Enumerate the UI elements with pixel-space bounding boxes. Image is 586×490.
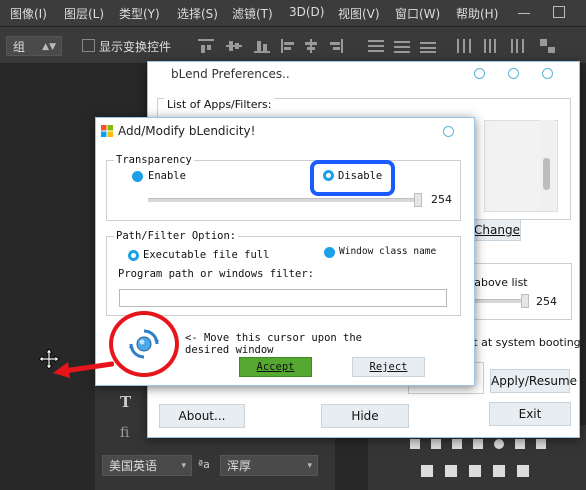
menu-3d[interactable]: 3D(D)	[289, 5, 324, 19]
glyph-icon[interactable]	[494, 439, 504, 449]
distribute-top-icon[interactable]	[368, 39, 384, 53]
close-icon[interactable]	[542, 68, 553, 79]
hide-button[interactable]: Hide	[321, 404, 409, 428]
window-class-radio[interactable]	[324, 247, 335, 258]
dropdown-arrow-icon: ▲▼	[42, 42, 56, 52]
exec-full-radio[interactable]	[128, 250, 139, 261]
type-tool-icon[interactable]: T	[120, 393, 131, 411]
menu-layer[interactable]: 图层(L)	[64, 5, 104, 22]
apps-list-scrollbar[interactable]	[540, 120, 554, 210]
apply-resume-button[interactable]: Apply/Resume	[490, 369, 577, 393]
menu-help[interactable]: 帮助(H)	[456, 5, 498, 22]
align-vcenter-icon[interactable]	[226, 39, 242, 53]
maximize-icon[interactable]	[508, 68, 519, 79]
apps-list-label: List of Apps/Filters:	[164, 98, 275, 111]
align-hcenter-icon[interactable]	[303, 39, 319, 53]
menu-select[interactable]: 选择(S)	[177, 5, 218, 22]
distribute-left-icon[interactable]	[456, 39, 472, 53]
glyph-row-2	[421, 464, 531, 478]
preferences-title: bLend Preferences..	[171, 67, 290, 81]
program-path-label: Program path or windows filter:	[118, 268, 314, 280]
auto-align-icon[interactable]	[540, 39, 556, 53]
distribute-bottom-icon[interactable]	[420, 39, 436, 53]
auto-select-value: 组	[13, 40, 26, 54]
dialog-title: Add/Modify bLendicity!	[118, 124, 256, 138]
transparency-value: 254	[431, 193, 452, 206]
reject-button[interactable]: Reject	[352, 357, 425, 377]
add-modify-dialog: Add/Modify bLendicity! Transparency Enab…	[95, 117, 475, 386]
align-top-icon[interactable]	[198, 39, 214, 53]
minimize-icon[interactable]	[518, 13, 530, 14]
ligature-icon[interactable]: fi	[120, 425, 129, 441]
pref-slider-track[interactable]	[466, 299, 526, 303]
startup-label: art at system booting.	[462, 336, 585, 349]
maximize-icon[interactable]	[553, 6, 565, 18]
minimize-icon[interactable]	[474, 68, 485, 79]
distribute-right-icon[interactable]	[508, 39, 524, 53]
antialias-value: 浑厚	[227, 459, 252, 473]
language-dropdown[interactable]: 美国英语 ▾	[102, 455, 192, 476]
transparency-label: Transparency	[114, 154, 194, 166]
glyph-icon[interactable]	[421, 465, 433, 477]
exec-full-label: Executable file full	[143, 249, 270, 261]
transparency-slider-thumb[interactable]	[414, 193, 422, 207]
cursor-hint: <- Move this cursor upon the desired win…	[185, 332, 363, 356]
close-icon[interactable]	[443, 126, 454, 137]
menu-view[interactable]: 视图(V)	[338, 5, 380, 22]
menu-type[interactable]: 类型(Y)	[119, 5, 160, 22]
transparency-slider-track[interactable]	[148, 198, 420, 202]
finder-tool-icon[interactable]	[128, 328, 160, 360]
glyph-icon[interactable]	[469, 465, 481, 477]
annotation-arrow-icon	[53, 361, 114, 378]
dropdown-arrow-icon: ▾	[307, 461, 312, 471]
align-right-icon[interactable]	[327, 39, 343, 53]
antialias-label: ªa	[198, 458, 210, 471]
align-left-icon[interactable]	[281, 39, 297, 53]
menu-window[interactable]: 窗口(W)	[395, 5, 440, 22]
distribute-hcenter-icon[interactable]	[482, 39, 498, 53]
change-button[interactable]: Change	[473, 219, 521, 241]
glyph-icon[interactable]	[445, 465, 457, 477]
enable-radio[interactable]	[132, 171, 143, 182]
windows-logo-icon	[101, 125, 113, 137]
menu-filter[interactable]: 滤镜(T)	[232, 5, 273, 22]
enable-label: Enable	[148, 170, 186, 182]
distribute-vcenter-icon[interactable]	[394, 39, 410, 53]
glyph-icon[interactable]	[536, 439, 546, 449]
menu-bar: 图像(I) 图层(L) 类型(Y) 选择(S) 滤镜(T) 3D(D) 视图(V…	[0, 0, 586, 27]
align-bottom-icon[interactable]	[254, 39, 270, 53]
glyph-icon[interactable]	[452, 439, 462, 449]
language-value: 美国英语	[109, 459, 158, 473]
disable-radio[interactable]	[323, 170, 334, 181]
glyph-icon[interactable]	[473, 439, 483, 449]
path-filter-label: Path/Filter Option:	[114, 230, 239, 242]
show-transform-label: 显示变换控件	[99, 40, 172, 54]
disable-label: Disable	[338, 170, 383, 182]
menu-image[interactable]: 图像(I)	[10, 5, 47, 22]
glyph-icon[interactable]	[431, 439, 441, 449]
preferences-titlebar: bLend Preferences..	[148, 62, 579, 86]
glyph-icon[interactable]	[410, 439, 420, 449]
dialog-titlebar: Add/Modify bLendicity!	[96, 118, 474, 144]
window-class-label: Window class name	[339, 246, 437, 257]
show-transform-checkbox[interactable]	[82, 39, 95, 52]
auto-select-dropdown[interactable]: 组 ▲▼	[6, 36, 62, 56]
accept-button[interactable]: Accept	[239, 357, 312, 377]
glyph-icon[interactable]	[515, 439, 525, 449]
glyph-row-1	[410, 437, 550, 451]
scrollbar-thumb[interactable]	[543, 158, 550, 190]
glyph-icon[interactable]	[493, 465, 505, 477]
program-path-input[interactable]	[119, 289, 447, 307]
about-button[interactable]: About...	[159, 404, 245, 428]
dropdown-arrow-icon: ▾	[181, 461, 186, 471]
exit-button[interactable]: Exit	[489, 402, 571, 426]
pref-slider-thumb[interactable]	[521, 294, 529, 308]
glyph-icon[interactable]	[517, 465, 529, 477]
antialias-dropdown[interactable]: 浑厚 ▾	[220, 455, 318, 476]
pref-slider-value: 254	[536, 295, 557, 308]
